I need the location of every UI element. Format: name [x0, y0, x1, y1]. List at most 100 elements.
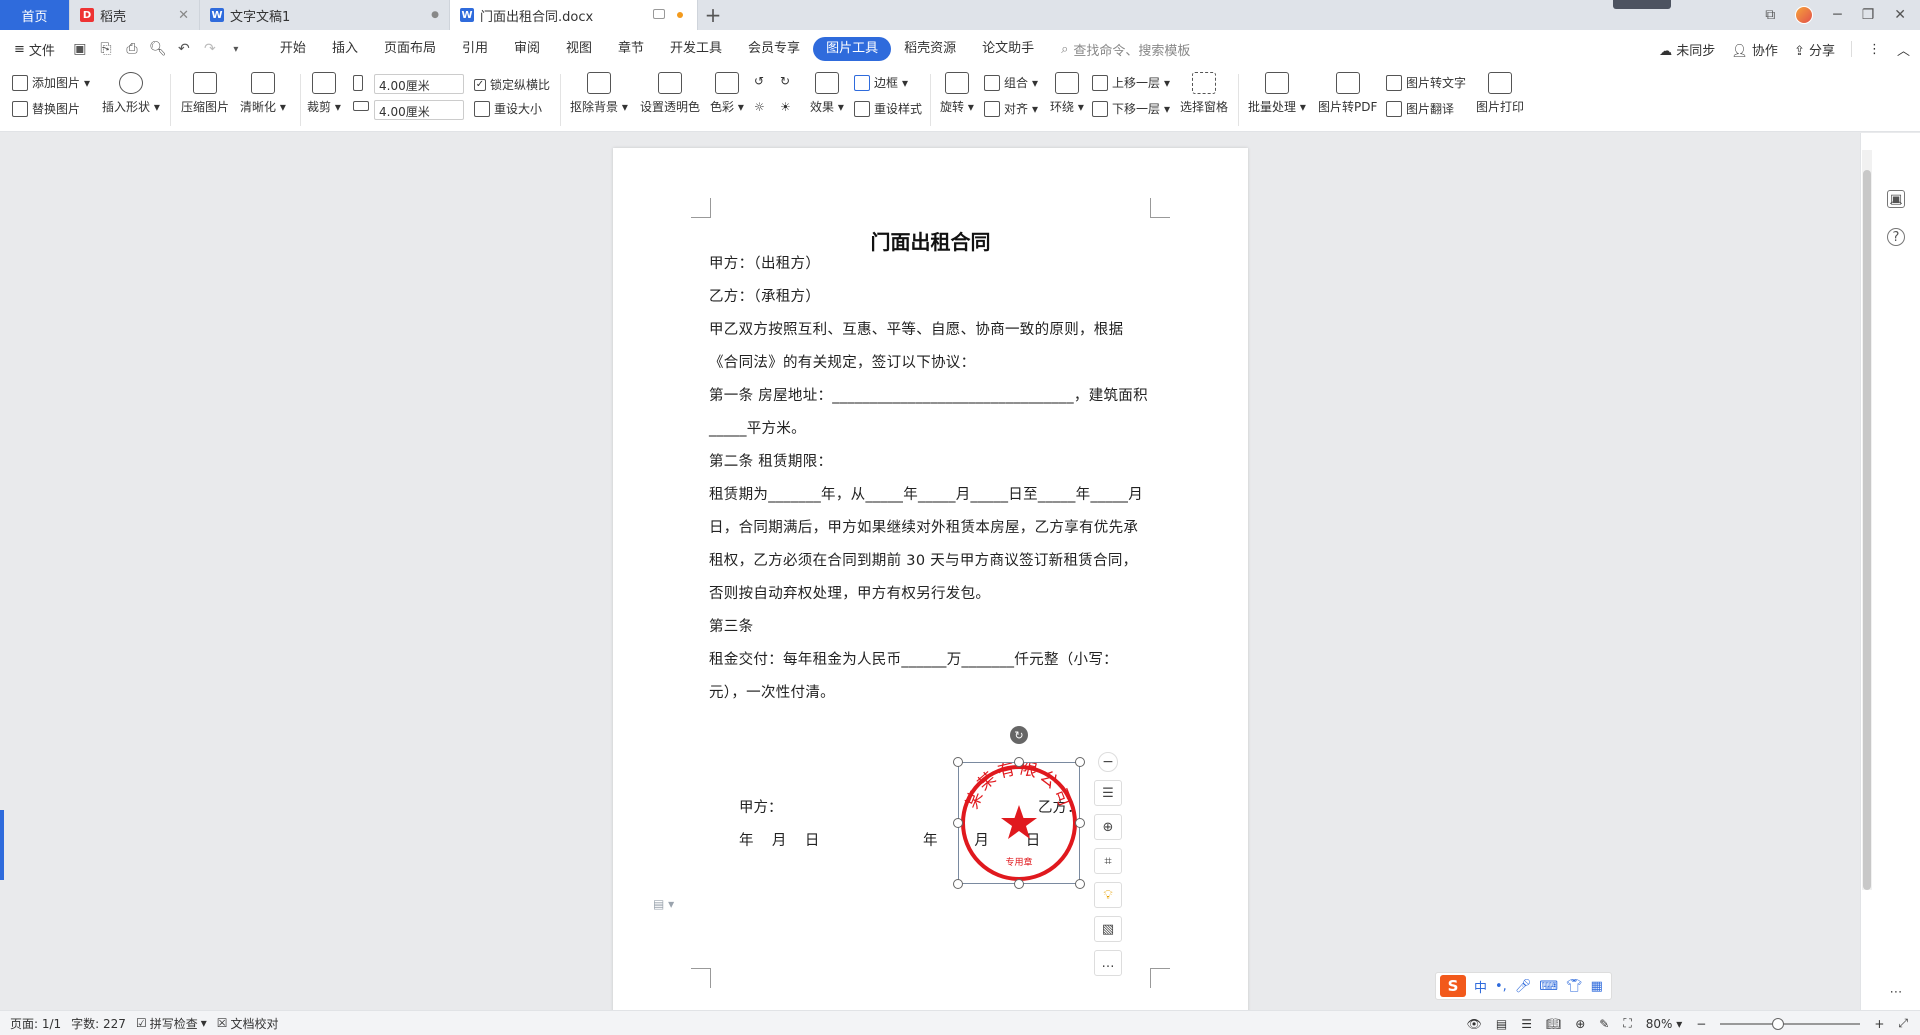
reading-view-icon[interactable]: 📖︎ [1546, 1017, 1561, 1031]
monitor-icon[interactable] [653, 9, 665, 19]
menu-tab-5[interactable]: 视图 [553, 37, 605, 61]
menu-tab-3[interactable]: 引用 [449, 37, 501, 61]
dot-icon[interactable]: ● [431, 10, 439, 20]
batch-process-button[interactable]: 批量处理 ▾ [1248, 72, 1306, 115]
menu-tab-6[interactable]: 章节 [605, 37, 657, 61]
resize-handle[interactable] [1014, 757, 1024, 767]
tab-doc1[interactable]: W 文字文稿1 ● [200, 0, 450, 30]
avatar[interactable] [1795, 6, 1814, 24]
crop-icon[interactable]: ⌗ [1094, 848, 1122, 874]
zoom-in-icon[interactable]: ⊕ [1094, 814, 1122, 840]
more-icon[interactable]: ⋮ [1868, 42, 1881, 57]
brightness-icon[interactable]: ☼ [754, 100, 765, 114]
rotate-left-icon[interactable]: ↺ [754, 74, 764, 88]
menu-tab-9[interactable]: 图片工具 [813, 37, 892, 61]
resize-handle[interactable] [1075, 757, 1085, 767]
search-box[interactable]: ⌕ 查找命令、搜索模板 [1061, 40, 1190, 59]
menu-tab-8[interactable]: 会员专享 [735, 37, 813, 61]
color-button[interactable]: 色彩 ▾ [710, 72, 744, 115]
eye-protect-icon[interactable]: 👁︎ [1467, 1017, 1482, 1031]
tab-daoke[interactable]: D 稻壳 ✕ [70, 0, 200, 30]
grid-icon[interactable]: ▦ [1591, 979, 1603, 994]
set-transparent-button[interactable]: 设置透明色 [640, 72, 700, 115]
proofread-button[interactable]: ☒ 文档校对 [217, 1015, 279, 1032]
export-icon[interactable]: ⎘ [98, 41, 114, 57]
print-picture-button[interactable]: 图片打印 [1476, 72, 1524, 115]
collapse-toolbar-icon[interactable]: − [1098, 752, 1118, 772]
ime-toolbar[interactable]: S 中 •, 🎤︎ ⌨ 👕︎ ▦ [1435, 972, 1612, 1000]
collab-button[interactable]: 👤︎ 协作 [1731, 40, 1778, 59]
word-count[interactable]: 字数: 227 [71, 1015, 126, 1032]
print-icon[interactable]: ⎙ [124, 41, 140, 57]
sharpen-button[interactable]: 清晰化 ▾ [240, 72, 286, 115]
tab-contract[interactable]: W 门面出租合同.docx [450, 0, 698, 30]
paragraph-layout-icon[interactable]: ▤ ▾ [653, 897, 674, 911]
outline-view-icon[interactable]: ☰ [1521, 1017, 1532, 1031]
close-icon[interactable]: ✕ [178, 8, 189, 23]
lock-ratio-checkbox[interactable]: ✓ 锁定纵横比 [474, 76, 550, 93]
more-options-icon[interactable]: … [1094, 950, 1122, 976]
contrast-icon[interactable]: ☀ [780, 100, 791, 114]
new-tab-button[interactable]: + [698, 0, 728, 30]
tab-home[interactable]: 首页 [0, 0, 70, 30]
share-button[interactable]: ⇪ 分享 [1794, 40, 1835, 59]
translate-button[interactable]: 图片翻译 [1386, 100, 1454, 117]
zoom-in-icon[interactable]: + [1874, 1017, 1884, 1031]
redo-icon[interactable]: ↷ [202, 41, 218, 57]
zoom-out-icon[interactable]: − [1696, 1017, 1706, 1031]
crop-button[interactable]: 裁剪 ▾ [307, 72, 341, 115]
resize-handle[interactable] [953, 879, 963, 889]
menu-tab-0[interactable]: 开始 [267, 37, 319, 61]
menu-tab-1[interactable]: 插入 [319, 37, 371, 61]
menu-tab-7[interactable]: 开发工具 [657, 37, 735, 61]
restore-icon[interactable]: ❐ [1862, 7, 1875, 23]
workspace-icon[interactable]: ⧉ [1765, 7, 1775, 23]
rotate-right-icon[interactable]: ↻ [780, 74, 790, 88]
width-input[interactable]: 4.00厘米 [374, 74, 464, 94]
menu-tab-11[interactable]: 论文助手 [969, 37, 1047, 61]
document-page[interactable]: 门面出租合同 甲方：（出租方） 乙方：（承租方） 甲乙双方按照互利、互惠、平等、… [613, 148, 1248, 1010]
spellcheck-button[interactable]: ☑ 拼写检查 ▾ [136, 1015, 207, 1032]
zoom-slider-knob[interactable] [1772, 1017, 1785, 1030]
reset-style-button[interactable]: 重设样式 [854, 100, 922, 117]
close-window-icon[interactable]: ✕ [1894, 7, 1906, 23]
border-button[interactable]: 边框 ▾ [854, 74, 908, 91]
menu-tab-4[interactable]: 审阅 [501, 37, 553, 61]
height-input[interactable]: 4.00厘米 [374, 100, 464, 120]
undo-icon[interactable]: ↶ [176, 41, 192, 57]
scrollbar-thumb[interactable] [1863, 170, 1871, 890]
microphone-icon[interactable]: 🎤︎ [1515, 979, 1532, 994]
send-backward-button[interactable]: 下移一层 ▾ [1092, 100, 1170, 117]
fit-page-icon[interactable]: ⛶ [1623, 1016, 1631, 1031]
page-indicator[interactable]: 页面: 1/1 [10, 1015, 61, 1032]
expand-icon[interactable]: ⤢ [1898, 1016, 1908, 1031]
add-picture-button[interactable]: 添加图片 ▾ [12, 74, 90, 91]
punctuation-icon[interactable]: •, [1495, 979, 1507, 994]
write-view-icon[interactable]: ✎ [1599, 1017, 1609, 1031]
keyboard-icon[interactable]: ⌨ [1539, 979, 1558, 994]
compress-picture-button[interactable]: 压缩图片 [181, 72, 229, 115]
file-menu[interactable]: ≡ 文件 [0, 40, 67, 59]
effects-button[interactable]: 效果 ▾ [810, 72, 844, 115]
remove-bg-button[interactable]: 抠除背景 ▾ [570, 72, 628, 115]
resize-handle[interactable] [953, 818, 963, 828]
resize-handle[interactable] [1075, 879, 1085, 889]
align-button[interactable]: 对齐 ▾ [984, 100, 1038, 117]
skin-icon[interactable]: 👕︎ [1566, 979, 1583, 994]
zoom-level[interactable]: 80% ▾ [1646, 1017, 1683, 1031]
insert-shape-button[interactable]: 插入形状 ▾ [102, 72, 160, 115]
help-icon[interactable]: ? [1887, 228, 1905, 246]
sync-button[interactable]: ☁ 未同步 [1659, 40, 1715, 59]
company-seal-image[interactable]: 某某有限公司 专用章 [959, 763, 1079, 883]
web-view-icon[interactable]: ⊕ [1575, 1017, 1585, 1031]
sidebar-panel-icon[interactable]: ▣ [1887, 190, 1905, 208]
zoom-slider[interactable] [1720, 1017, 1861, 1030]
selection-pane-button[interactable]: 选择窗格 [1180, 72, 1228, 115]
lightbulb-icon[interactable]: 💡︎ [1094, 882, 1122, 908]
resize-handle[interactable] [1014, 879, 1024, 889]
collapse-icon[interactable]: ︿ [1897, 40, 1910, 59]
menu-tab-2[interactable]: 页面布局 [371, 37, 449, 61]
replace-picture-button[interactable]: 替换图片 [12, 100, 80, 117]
resize-handle[interactable] [1075, 818, 1085, 828]
to-text-button[interactable]: 图片转文字 [1386, 74, 1466, 91]
